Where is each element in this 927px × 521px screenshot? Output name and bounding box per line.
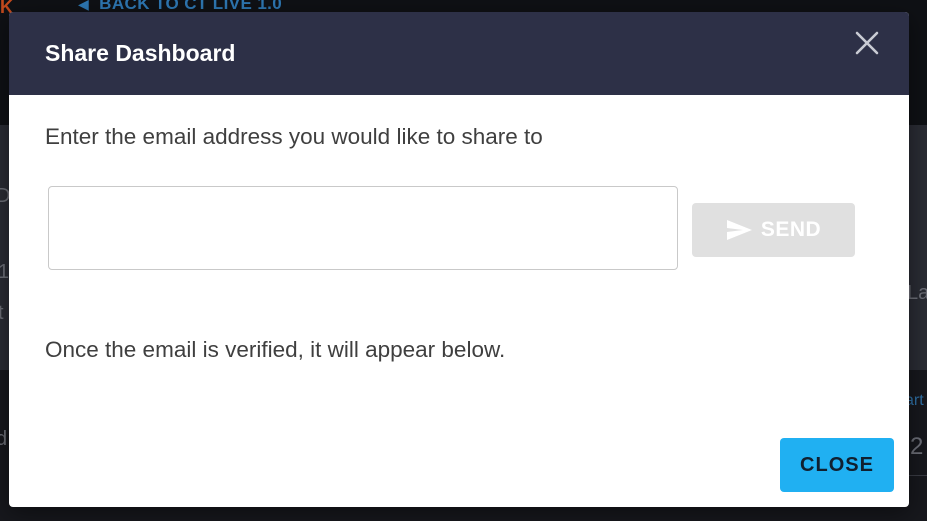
background-text-fragment: 2	[910, 433, 924, 460]
close-icon[interactable]	[852, 28, 882, 58]
close-button[interactable]: CLOSE	[780, 438, 894, 492]
send-button[interactable]: SEND	[692, 203, 855, 257]
email-prompt-text: Enter the email address you would like t…	[45, 124, 543, 149]
send-button-label: SEND	[760, 218, 822, 241]
background-text-fragment: 1	[0, 261, 10, 283]
share-dashboard-dialog: Share Dashboard Enter the email address …	[9, 12, 909, 507]
verification-info-text: Once the email is verified, it will appe…	[45, 337, 506, 362]
dialog-title: Share Dashboard	[45, 40, 236, 66]
email-input[interactable]	[48, 186, 678, 270]
background-text-fragment: La	[907, 282, 927, 304]
background-text-fragment: t	[0, 302, 4, 324]
dialog-header: Share Dashboard	[9, 12, 909, 95]
send-icon	[726, 220, 752, 240]
back-arrow-icon: ◀	[78, 0, 90, 12]
background-text-fragment: d	[0, 428, 8, 450]
